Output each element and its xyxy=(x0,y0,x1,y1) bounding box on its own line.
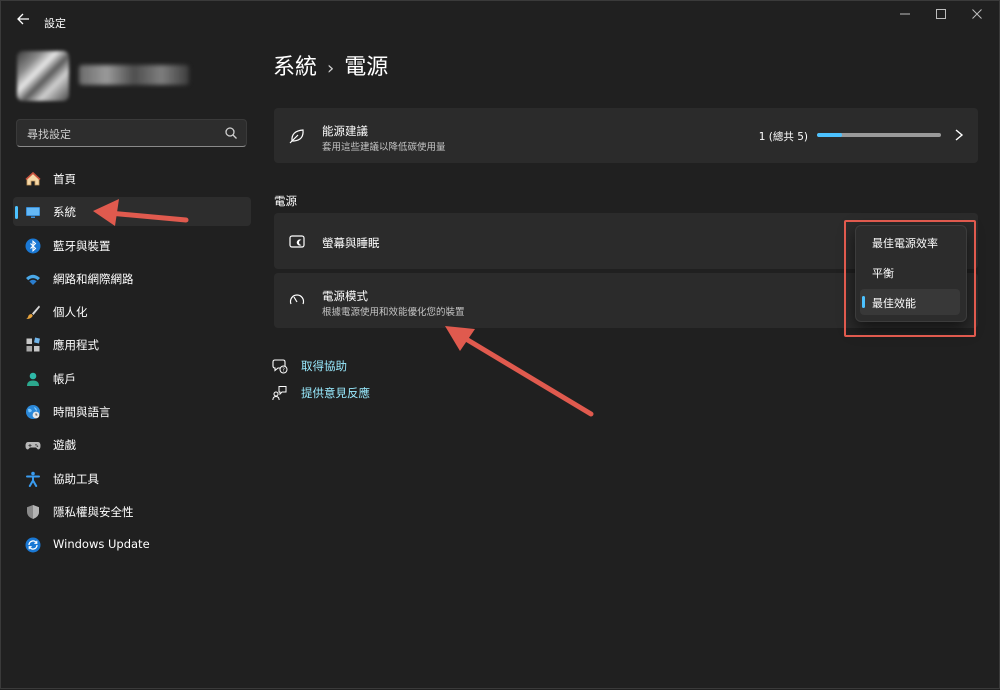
search-box xyxy=(16,119,247,147)
annotation-highlight-box xyxy=(844,220,976,337)
settings-window: 設定 首頁 xyxy=(0,0,1000,689)
sidebar-item-gaming[interactable]: 遊戲 xyxy=(13,430,251,459)
breadcrumb-separator: › xyxy=(327,58,335,79)
card-title: 電源模式 xyxy=(322,289,368,303)
card-subtitle: 套用這些建議以降低碳使用量 xyxy=(322,142,446,153)
leaf-icon xyxy=(289,129,304,144)
sidebar-item-label: 遊戲 xyxy=(53,438,76,453)
sidebar-item-label: 首頁 xyxy=(53,172,76,186)
sidebar-item-label: 協助工具 xyxy=(53,471,99,486)
sidebar-item-label: Windows Update xyxy=(53,537,150,552)
sidebar-item-windows-update[interactable]: Windows Update xyxy=(13,530,251,559)
card-title: 螢幕與睡眠 xyxy=(322,236,380,250)
svg-text:?: ? xyxy=(282,367,285,373)
link-label: 提供意見反應 xyxy=(301,386,370,400)
search-icon[interactable] xyxy=(224,126,238,140)
page-title: 電源 xyxy=(344,55,389,80)
bluetooth-icon xyxy=(25,238,41,254)
progress-fill xyxy=(817,133,842,137)
sidebar-item-label: 藍牙與裝置 xyxy=(53,238,111,253)
annotation-arrow-power-mode xyxy=(445,326,594,417)
sidebar-item-apps[interactable]: 應用程式 xyxy=(13,330,251,359)
accessibility-icon xyxy=(26,471,40,487)
breadcrumb-parent[interactable]: 系統 xyxy=(273,55,317,80)
progress-text: 1 (總共 5) xyxy=(758,131,808,143)
chevron-right-icon xyxy=(954,128,964,146)
account-icon xyxy=(27,372,39,386)
gamepad-icon xyxy=(25,442,41,450)
wifi-icon xyxy=(26,274,40,285)
sidebar-nav: 首頁 系統 藍牙與裝置 網路和網際網路 個人化 應用程式 帳戶 時間與語言 遊戲… xyxy=(13,164,251,564)
home-icon xyxy=(25,171,41,186)
monitor-icon xyxy=(26,207,40,219)
sidebar-item-bluetooth[interactable]: 藍牙與裝置 xyxy=(13,231,251,260)
sidebar-item-label: 系統 xyxy=(53,205,76,220)
title-bar: 設定 xyxy=(1,1,999,41)
help-chat-icon: ? xyxy=(272,359,288,374)
energy-recommendations-card[interactable]: 能源建議 套用這些建議以降低碳使用量 1 (總共 5) xyxy=(274,108,978,163)
close-icon[interactable] xyxy=(962,7,992,27)
card-subtitle: 根據電源使用和效能優化您的裝置 xyxy=(322,307,465,318)
minimize-icon[interactable] xyxy=(890,7,920,27)
app-title: 設定 xyxy=(44,17,66,30)
apps-icon xyxy=(26,338,40,352)
sidebar-item-label: 網路和網際網路 xyxy=(53,271,134,286)
sidebar-item-accounts[interactable]: 帳戶 xyxy=(13,364,251,393)
sidebar-item-privacy[interactable]: 隱私權與安全性 xyxy=(13,497,251,526)
brush-icon xyxy=(26,305,40,320)
update-icon xyxy=(25,537,41,553)
progress-bar xyxy=(817,133,941,137)
user-profile[interactable] xyxy=(17,47,247,103)
shield-icon xyxy=(27,504,39,519)
sidebar-item-label: 個人化 xyxy=(53,305,88,320)
breadcrumb: 系統 › 電源 xyxy=(273,49,388,81)
speedometer-icon xyxy=(289,294,305,305)
search-input[interactable] xyxy=(25,125,219,143)
link-label: 取得協助 xyxy=(301,359,347,373)
feedback-icon xyxy=(272,386,287,401)
sidebar-item-label: 應用程式 xyxy=(53,338,99,353)
sidebar-item-personalization[interactable]: 個人化 xyxy=(13,297,251,326)
sidebar-item-accessibility[interactable]: 協助工具 xyxy=(13,464,251,493)
selection-indicator xyxy=(15,206,18,220)
sidebar-item-home[interactable]: 首頁 xyxy=(13,164,251,193)
sidebar-item-network[interactable]: 網路和網際網路 xyxy=(13,264,251,293)
screen-sleep-icon xyxy=(289,235,305,248)
maximize-icon[interactable] xyxy=(926,7,956,27)
sidebar-item-label: 時間與語言 xyxy=(53,405,111,420)
avatar xyxy=(17,51,69,101)
section-title-power: 電源 xyxy=(274,194,297,208)
sidebar-item-label: 隱私權與安全性 xyxy=(53,504,134,519)
sidebar-item-label: 帳戶 xyxy=(53,371,76,386)
globe-clock-icon xyxy=(26,405,40,420)
back-arrow-icon[interactable] xyxy=(13,11,33,31)
sidebar-item-system[interactable]: 系統 xyxy=(13,197,251,227)
user-name-blurred xyxy=(79,65,189,85)
card-title: 能源建議 xyxy=(322,124,368,138)
sidebar-item-time-language[interactable]: 時間與語言 xyxy=(13,397,251,426)
